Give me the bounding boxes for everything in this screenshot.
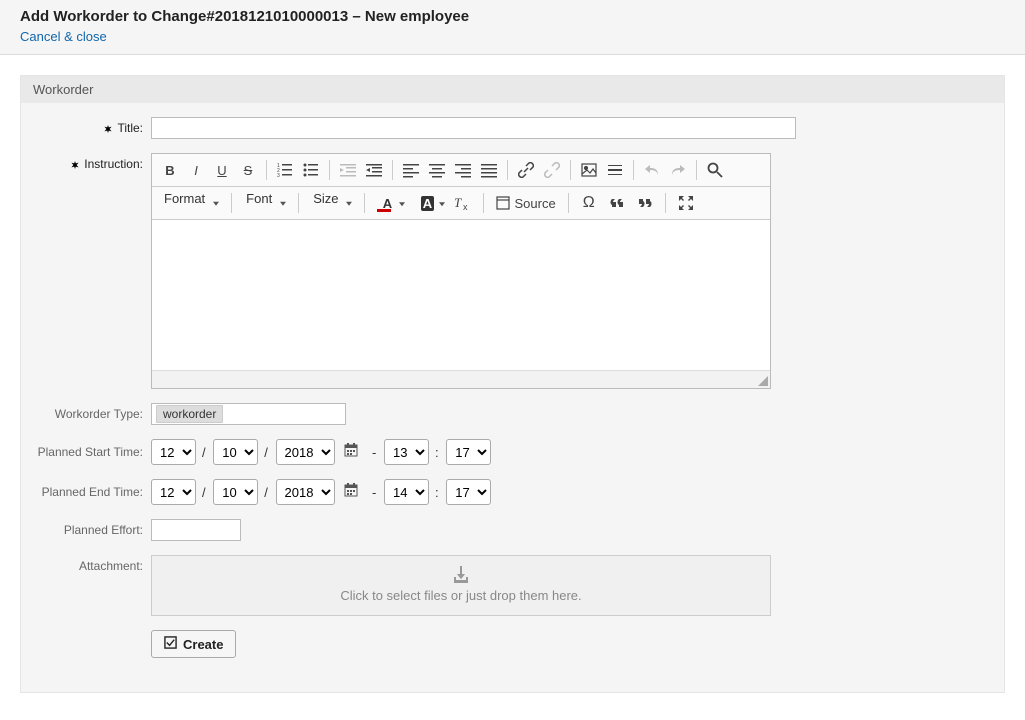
workorder-type-input[interactable]: workorder — [151, 403, 346, 425]
page-header: Add Workorder to Change#2018121010000013… — [0, 0, 1025, 55]
end-hour-select[interactable]: 14 — [384, 479, 429, 505]
text-color-icon[interactable]: A — [373, 192, 401, 214]
start-hour-select[interactable]: 13 — [384, 439, 429, 465]
row-submit: Create — [21, 630, 1004, 658]
row-planned-effort: Planned Effort: — [21, 519, 1004, 541]
title-input[interactable] — [151, 117, 796, 139]
special-char-icon[interactable]: Ω — [577, 191, 601, 215]
outdent-icon[interactable] — [336, 158, 360, 182]
horizontal-rule-icon[interactable] — [603, 158, 627, 182]
align-justify-icon[interactable] — [477, 158, 501, 182]
remove-format-icon[interactable]: Tx — [451, 191, 475, 215]
align-right-icon[interactable] — [451, 158, 475, 182]
image-icon[interactable] — [577, 158, 601, 182]
bold-icon[interactable]: B — [158, 158, 182, 182]
row-attachment: Attachment: Click to select files or jus… — [21, 555, 1004, 616]
start-day-select[interactable]: 10 — [213, 439, 258, 465]
start-year-select[interactable]: 2018 — [276, 439, 335, 465]
label-title: Title: — [21, 117, 151, 136]
planned-effort-input[interactable] — [151, 519, 241, 541]
strike-icon[interactable]: S — [236, 158, 260, 182]
page-title: Add Workorder to Change#2018121010000013… — [20, 8, 1005, 25]
editor-content[interactable] — [152, 220, 770, 370]
end-day-select[interactable]: 10 — [213, 479, 258, 505]
start-minute-select[interactable]: 17 — [446, 439, 491, 465]
label-instruction-text: Instruction: — [84, 157, 143, 171]
svg-text:x: x — [463, 202, 468, 211]
indent-icon[interactable] — [362, 158, 386, 182]
row-workorder-type: Workorder Type: workorder — [21, 403, 1004, 425]
row-planned-start: Planned Start Time: 12/ 10/ 2018 - 13: 1… — [21, 439, 1004, 465]
quote-right-icon[interactable] — [633, 191, 657, 215]
background-color-icon[interactable]: A — [413, 192, 441, 214]
attachment-dropzone[interactable]: Click to select files or just drop them … — [151, 555, 771, 616]
calendar-icon[interactable] — [344, 484, 362, 500]
download-icon — [451, 566, 471, 584]
label-planned-end: Planned End Time: — [21, 479, 151, 502]
label-title-text: Title: — [117, 121, 143, 135]
undo-icon[interactable] — [640, 158, 664, 182]
create-button[interactable]: Create — [151, 630, 236, 658]
label-planned-start: Planned Start Time: — [21, 439, 151, 462]
chevron-down-icon — [280, 202, 286, 206]
rich-text-editor: B I U S 123 — [151, 153, 771, 389]
calendar-icon[interactable] — [344, 444, 362, 460]
panel-title: Workorder — [21, 76, 1004, 103]
create-button-label: Create — [183, 637, 223, 652]
row-instruction: Instruction: B I U S 123 — [21, 153, 1004, 389]
maximize-icon[interactable] — [674, 191, 698, 215]
end-minute-select[interactable]: 17 — [446, 479, 491, 505]
italic-icon[interactable]: I — [184, 158, 208, 182]
editor-footer — [152, 370, 770, 388]
resize-grip-icon[interactable] — [758, 376, 768, 386]
redo-icon[interactable] — [666, 158, 690, 182]
required-star-icon — [71, 158, 82, 172]
label-attachment: Attachment: — [21, 555, 151, 573]
attachment-text: Click to select files or just drop them … — [152, 588, 770, 603]
check-icon — [164, 636, 177, 652]
font-select[interactable]: Font — [240, 191, 290, 215]
svg-text:T: T — [454, 195, 462, 210]
label-instruction: Instruction: — [21, 153, 151, 172]
align-left-icon[interactable] — [399, 158, 423, 182]
find-icon[interactable] — [703, 158, 727, 182]
align-center-icon[interactable] — [425, 158, 449, 182]
label-planned-effort: Planned Effort: — [21, 519, 151, 537]
unordered-list-icon[interactable] — [299, 158, 323, 182]
label-workorder-type: Workorder Type: — [21, 403, 151, 421]
unlink-icon[interactable] — [540, 158, 564, 182]
panel-body: Title: Instruction: B I U S — [21, 103, 1004, 692]
size-select[interactable]: Size — [307, 191, 356, 215]
row-title: Title: — [21, 117, 1004, 139]
source-label: Source — [514, 196, 555, 211]
required-star-icon — [104, 122, 115, 136]
svg-text:3: 3 — [277, 173, 280, 178]
start-month-select[interactable]: 12 — [151, 439, 196, 465]
cancel-close-link[interactable]: Cancel & close — [20, 29, 107, 44]
chevron-down-icon — [213, 202, 219, 206]
editor-toolbar-row2: Format Font Size — [152, 187, 770, 220]
underline-icon[interactable]: U — [210, 158, 234, 182]
workorder-panel: Workorder Title: Instruction: — [20, 75, 1005, 693]
format-select[interactable]: Format — [158, 191, 223, 215]
chevron-down-icon — [346, 202, 352, 206]
link-icon[interactable] — [514, 158, 538, 182]
end-month-select[interactable]: 12 — [151, 479, 196, 505]
source-icon[interactable]: Source — [492, 191, 559, 215]
editor-toolbar-row1: B I U S 123 — [152, 154, 770, 187]
quote-left-icon[interactable] — [605, 191, 629, 215]
row-planned-end: Planned End Time: 12/ 10/ 2018 - 14: 17 — [21, 479, 1004, 505]
workorder-type-tag: workorder — [156, 405, 223, 423]
ordered-list-icon[interactable]: 123 — [273, 158, 297, 182]
end-year-select[interactable]: 2018 — [276, 479, 335, 505]
